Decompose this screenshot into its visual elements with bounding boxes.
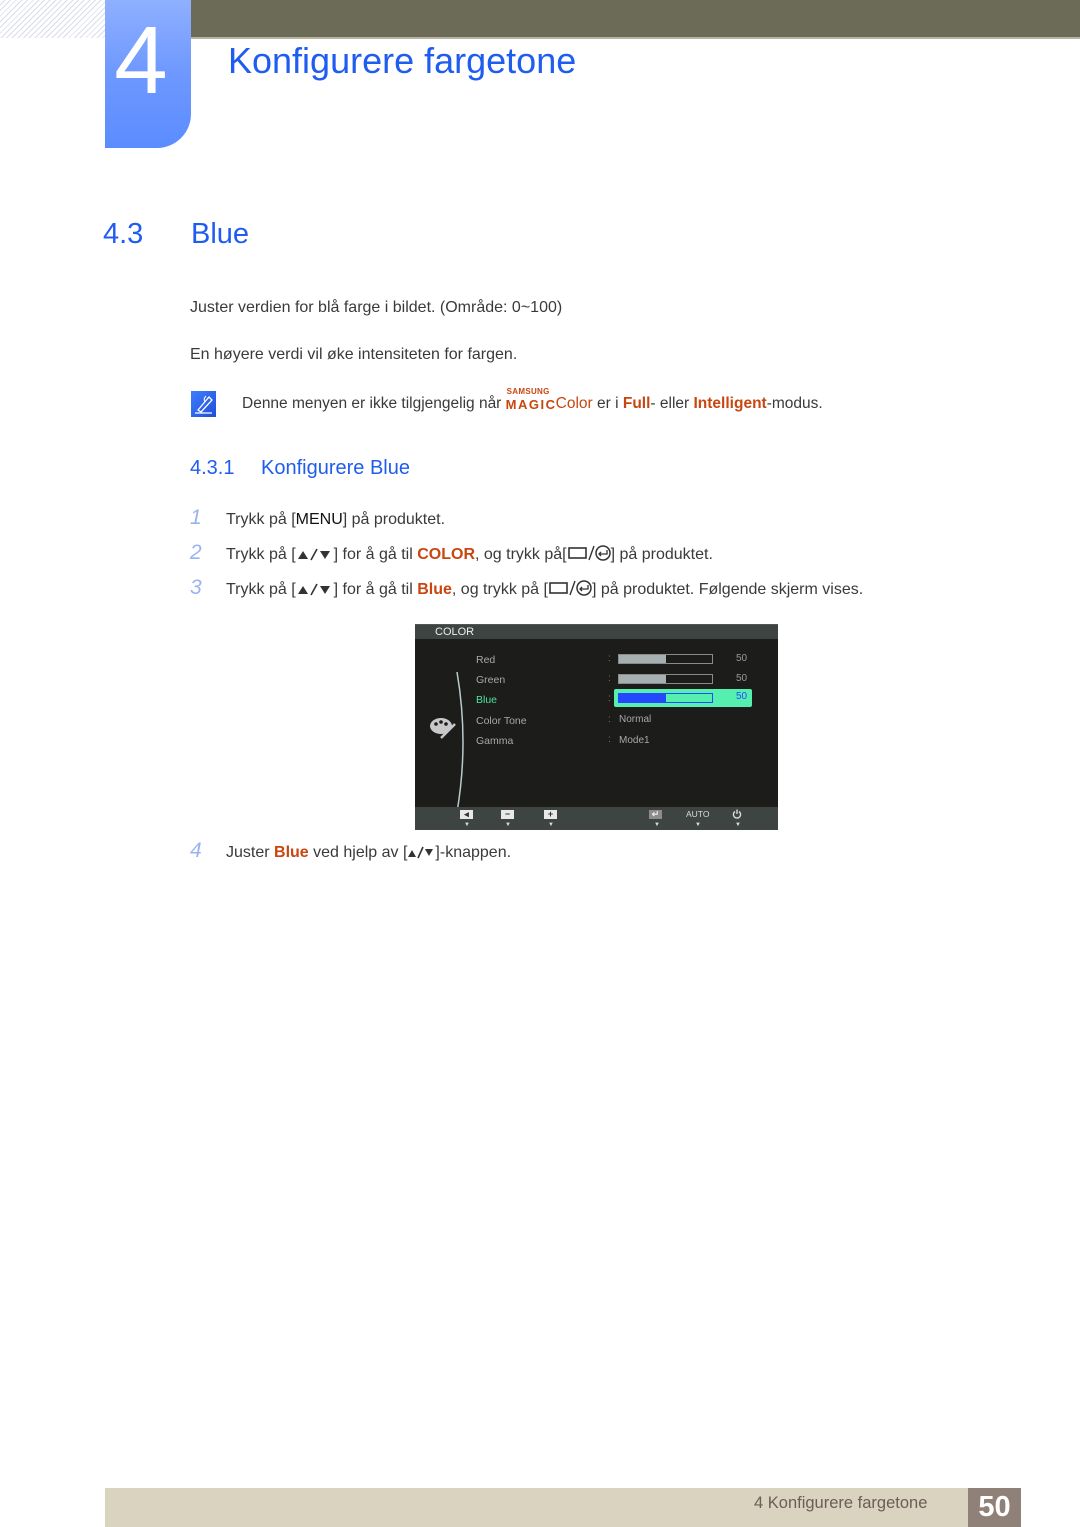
up-down-arrows-icon (297, 583, 330, 596)
osd-screen: COLOR Red : 50 Green : 50 Blue : 50 Colo… (415, 624, 778, 830)
osd-item-gamma[interactable]: Gamma (476, 735, 513, 747)
up-down-arrows-icon (297, 548, 330, 561)
osd-value-gamma: Mode1 (619, 735, 650, 746)
chevron-down-icon: ▼ (695, 822, 701, 828)
paragraph: Juster verdien for blå farge i bildet. (… (190, 299, 563, 316)
osd-colon: : (608, 693, 611, 704)
note-text-part: - eller (650, 395, 694, 412)
osd-item-red[interactable]: Red (476, 654, 495, 666)
osd-auto-button[interactable]: AUTO (686, 809, 709, 819)
osd-colon: : (608, 653, 611, 664)
step-number: 3 (190, 576, 202, 599)
palette-icon (430, 718, 456, 739)
note-text-part: er i (592, 395, 623, 412)
note-pencil-icon (191, 391, 216, 417)
step-text: ] på produktet. (342, 511, 446, 528)
step-3: 3 Trykk på [ ] for å gå til Blue, og trykk… (190, 576, 863, 600)
osd-item-color-tone[interactable]: Color Tone (476, 715, 527, 727)
step-text: Juster (226, 844, 275, 861)
osd-header: COLOR (415, 624, 778, 639)
source-enter-icon (549, 580, 592, 596)
step-text: Trykk på [ (226, 546, 296, 563)
logo-magic: MAGIC (505, 397, 557, 412)
osd-colon: : (608, 714, 611, 725)
step-text: ] på produktet. (610, 546, 713, 563)
osd-slider-green[interactable] (618, 674, 713, 684)
osd-back-button[interactable]: ◂ (460, 810, 473, 819)
step-text: ved hjelp av [ (308, 844, 408, 861)
osd-value-blue: 50 (736, 691, 748, 702)
section-title: 4.3 Blue (103, 218, 249, 251)
subsection-number: 4.3.1 (190, 457, 235, 479)
highlight-blue: Blue (417, 581, 452, 598)
osd-colon: : (608, 734, 611, 745)
highlight-blue: Blue (274, 844, 309, 861)
section-name: Blue (191, 218, 250, 250)
footer-chapter-label: 4 Konfigurere fargetone (754, 1494, 928, 1512)
power-icon[interactable] (732, 809, 742, 819)
paragraph: En høyere verdi vil øke intensiteten for… (190, 346, 518, 363)
osd-slider-fill (619, 675, 666, 683)
menu-key: MENU (295, 511, 343, 528)
step-number: 4 (190, 839, 202, 862)
chapter-number: 4 (114, 7, 168, 114)
step-text: ] på produktet. Følgende skjerm vises. (591, 581, 864, 598)
osd-enter-button[interactable]: ↵ (649, 810, 662, 819)
subsection-name: Konfigurere Blue (261, 457, 410, 479)
chevron-down-icon: ▼ (548, 822, 554, 828)
section-number: 4.3 (103, 218, 144, 250)
osd-slider-red[interactable] (618, 654, 713, 664)
osd-item-green[interactable]: Green (476, 674, 505, 686)
source-enter-icon (567, 545, 611, 561)
magic-color-label: Color (555, 395, 593, 412)
note-text-part: Denne menyen er ikke tilgjengelig når (242, 395, 506, 412)
note-text: Denne menyen er ikke tilgjengelig når SA… (242, 387, 823, 413)
step-number: 1 (190, 506, 202, 529)
step-4: 4 Juster Blue ved hjelp av [ ]-knappen. (190, 839, 511, 863)
mode-full: Full (622, 395, 651, 412)
chevron-down-icon: ▼ (735, 822, 741, 828)
osd-slider-fill (619, 655, 666, 663)
step-number: 2 (190, 541, 202, 564)
osd-button-bar: ◂ − + ↵ AUTO ▼ ▼ ▼ ▼ ▼ ▼ (415, 807, 778, 830)
osd-selected-row[interactable]: 50 (614, 689, 752, 707)
osd-plus-button[interactable]: + (544, 810, 557, 819)
osd-value-green: 50 (736, 673, 748, 684)
chevron-down-icon: ▼ (654, 822, 660, 828)
chapter-title: Konfigurere fargetone (228, 40, 577, 81)
samsung-magic-logo: SAMSUNG MAGIC (505, 387, 557, 412)
osd-colon: : (608, 673, 611, 684)
step-text: ]-knappen. (435, 844, 512, 861)
osd-slider-blue[interactable] (618, 693, 713, 703)
osd-arc-decoration (456, 671, 464, 813)
step-text: Trykk på [ (226, 511, 296, 528)
step-2: 2 Trykk på [ ] for å gå til COLOR, og tryk… (190, 541, 713, 565)
logo-samsung: SAMSUNG (506, 387, 550, 396)
step-text: ] for å gå til (333, 581, 418, 598)
chevron-down-icon: ▼ (505, 822, 511, 828)
osd-minus-button[interactable]: − (501, 810, 514, 819)
step-text: ] for å gå til (333, 546, 418, 563)
decorative-hatch (0, 0, 105, 38)
mode-intelligent: Intelligent (693, 395, 767, 412)
osd-title: COLOR (435, 626, 475, 638)
osd-value-color-tone: Normal (619, 714, 652, 725)
step-1: 1 Trykk på [MENU] på produktet. (190, 506, 445, 530)
step-text: Trykk på [ (226, 581, 296, 598)
osd-item-blue[interactable]: Blue (476, 694, 497, 706)
header-bar (190, 0, 1080, 39)
note-text-part: -modus. (766, 395, 823, 412)
page-number: 50 (968, 1488, 1021, 1527)
up-down-arrows-icon (408, 846, 434, 859)
highlight-color: COLOR (417, 546, 476, 563)
osd-slider-fill (619, 694, 666, 702)
step-text: , og trykk på[ (475, 546, 567, 563)
subsection-title: 4.3.1 Konfigurere Blue (190, 457, 410, 480)
chapter-tab: 4 (105, 0, 191, 148)
chevron-down-icon: ▼ (464, 822, 470, 828)
osd-value-red: 50 (736, 653, 748, 664)
step-text: , og trykk på [ (451, 581, 548, 598)
